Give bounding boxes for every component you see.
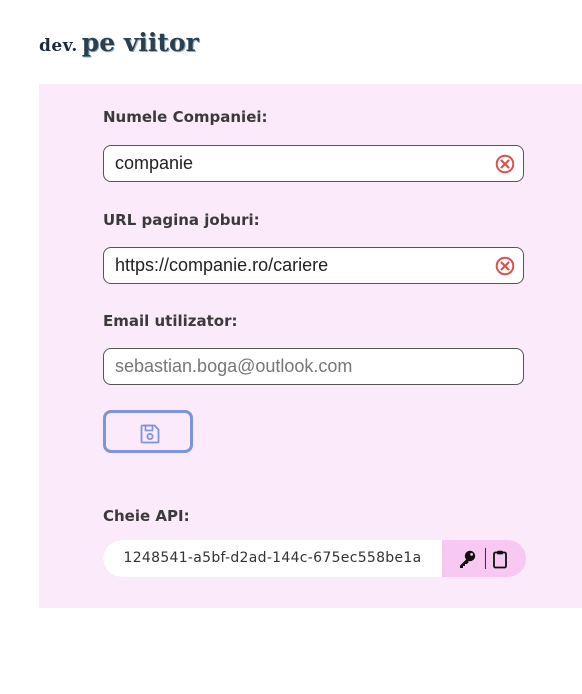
email-label: Email utilizator: xyxy=(103,312,238,330)
api-key-value: 1248541-a5bf-d2ad-144c-675ec558be1a xyxy=(103,540,442,577)
clear-url-icon[interactable] xyxy=(495,256,515,276)
api-key-container: 1248541-a5bf-d2ad-144c-675ec558be1a xyxy=(103,540,526,577)
api-actions-divider xyxy=(485,548,486,569)
key-icon[interactable] xyxy=(457,549,477,569)
logo[interactable]: dev. pe viitor xyxy=(39,28,199,57)
floppy-disk-icon xyxy=(140,424,160,444)
jobs-url-field xyxy=(103,247,524,284)
clipboard-icon[interactable] xyxy=(490,549,510,569)
logo-name: pe viitor xyxy=(81,28,199,57)
save-button[interactable] xyxy=(103,410,193,453)
clear-company-icon[interactable] xyxy=(495,154,515,174)
logo-prefix: dev. xyxy=(39,36,78,56)
company-name-input[interactable] xyxy=(115,146,495,181)
company-name-label: Numele Companiei: xyxy=(103,108,268,126)
jobs-url-label: URL pagina joburi: xyxy=(103,211,260,229)
email-field xyxy=(103,348,524,385)
jobs-url-input[interactable] xyxy=(115,248,495,283)
company-name-field xyxy=(103,145,524,182)
settings-panel: Numele Companiei: URL pagina joburi: Ema… xyxy=(39,84,582,608)
api-key-label: Cheie API: xyxy=(103,507,190,525)
email-input[interactable] xyxy=(115,349,495,384)
